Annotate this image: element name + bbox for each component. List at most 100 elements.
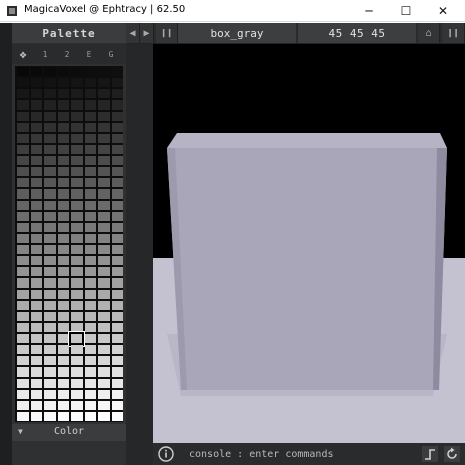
- palette-swatch[interactable]: [111, 122, 123, 132]
- palette-swatch[interactable]: [17, 144, 29, 154]
- palette-swatch[interactable]: [111, 356, 123, 366]
- palette-swatch[interactable]: [111, 233, 123, 243]
- palette-swatch[interactable]: [98, 200, 110, 210]
- layout-icon[interactable]: [421, 445, 439, 463]
- palette-swatch[interactable]: [71, 345, 83, 355]
- palette-swatch[interactable]: [17, 289, 29, 299]
- palette-swatch[interactable]: [57, 378, 69, 388]
- palette-swatch[interactable]: [84, 278, 96, 288]
- palette-swatch[interactable]: [44, 222, 56, 232]
- palette-swatch[interactable]: [30, 289, 42, 299]
- palette-swatch[interactable]: [44, 345, 56, 355]
- palette-swatch[interactable]: [44, 233, 56, 243]
- palette-swatch[interactable]: [17, 78, 29, 88]
- palette-swatch[interactable]: [57, 356, 69, 366]
- palette-swatch[interactable]: [57, 233, 69, 243]
- palette-swatch[interactable]: [84, 122, 96, 132]
- palette-swatch[interactable]: [17, 322, 29, 332]
- palette-swatch[interactable]: [30, 133, 42, 143]
- palette-swatch[interactable]: [30, 156, 42, 166]
- palette-swatch[interactable]: [57, 189, 69, 199]
- palette-swatch[interactable]: [98, 356, 110, 366]
- palette-swatch[interactable]: [30, 89, 42, 99]
- palette-swatch[interactable]: [71, 233, 83, 243]
- palette-swatch[interactable]: [71, 178, 83, 188]
- palette-swatch[interactable]: [98, 322, 110, 332]
- palette-swatch[interactable]: [57, 211, 69, 221]
- palette-swatch[interactable]: [111, 400, 123, 410]
- palette-tab-1[interactable]: 1: [34, 44, 56, 64]
- palette-swatch[interactable]: [98, 378, 110, 388]
- palette-swatch[interactable]: [57, 133, 69, 143]
- palette-swatch[interactable]: [84, 144, 96, 154]
- palette-swatch[interactable]: [98, 189, 110, 199]
- right-panel-toggle-button[interactable]: ❙❙: [442, 23, 465, 43]
- palette-swatch[interactable]: [44, 322, 56, 332]
- palette-swatch[interactable]: [84, 289, 96, 299]
- palette-swatch[interactable]: [111, 411, 123, 421]
- palette-swatch[interactable]: [44, 78, 56, 88]
- palette-swatch[interactable]: [71, 200, 83, 210]
- palette-swatch[interactable]: [98, 100, 110, 110]
- palette-swatch[interactable]: [84, 400, 96, 410]
- palette-swatch[interactable]: [17, 167, 29, 177]
- palette-swatch[interactable]: [30, 189, 42, 199]
- palette-swatch[interactable]: [84, 89, 96, 99]
- palette-swatch[interactable]: [30, 267, 42, 277]
- palette-swatch[interactable]: [84, 367, 96, 377]
- palette-swatch[interactable]: [98, 156, 110, 166]
- palette-swatch[interactable]: [111, 367, 123, 377]
- palette-swatch[interactable]: [111, 178, 123, 188]
- palette-swatch[interactable]: [17, 100, 29, 110]
- palette-swatch[interactable]: [84, 189, 96, 199]
- palette-swatch[interactable]: [84, 78, 96, 88]
- palette-swatch[interactable]: [57, 411, 69, 421]
- palette-swatch[interactable]: [44, 122, 56, 132]
- palette-swatch[interactable]: [17, 200, 29, 210]
- palette-swatch[interactable]: [30, 367, 42, 377]
- palette-swatch[interactable]: [71, 122, 83, 132]
- palette-swatch[interactable]: [98, 211, 110, 221]
- palette-swatch[interactable]: [98, 133, 110, 143]
- palette-swatch[interactable]: [57, 100, 69, 110]
- palette-swatch[interactable]: [17, 133, 29, 143]
- palette-swatch[interactable]: [30, 100, 42, 110]
- palette-swatch[interactable]: [71, 278, 83, 288]
- previous-arrow-button[interactable]: ◀: [126, 23, 140, 43]
- palette-swatch[interactable]: [57, 278, 69, 288]
- console-input[interactable]: [183, 445, 415, 463]
- palette-swatch[interactable]: [98, 411, 110, 421]
- palette-swatch[interactable]: [57, 245, 69, 255]
- palette-swatch[interactable]: [57, 345, 69, 355]
- palette-swatch[interactable]: [84, 256, 96, 266]
- palette-swatch[interactable]: [30, 222, 42, 232]
- palette-swatch[interactable]: [71, 144, 83, 154]
- palette-swatch[interactable]: [111, 378, 123, 388]
- palette-swatch[interactable]: [17, 245, 29, 255]
- palette-swatch[interactable]: [84, 389, 96, 399]
- palette-swatch[interactable]: [30, 356, 42, 366]
- palette-swatch[interactable]: [84, 322, 96, 332]
- palette-swatch[interactable]: [71, 222, 83, 232]
- palette-swatch[interactable]: [71, 311, 83, 321]
- model-dimensions[interactable]: 45 45 45: [298, 23, 416, 43]
- palette-tab-move-icon[interactable]: ✥: [12, 44, 34, 64]
- palette-swatch[interactable]: [57, 289, 69, 299]
- palette-swatch[interactable]: [44, 189, 56, 199]
- palette-swatch[interactable]: [44, 278, 56, 288]
- palette-swatch[interactable]: [111, 222, 123, 232]
- palette-tab-2[interactable]: 2: [56, 44, 78, 64]
- palette-swatch[interactable]: [57, 178, 69, 188]
- palette-swatch[interactable]: [71, 400, 83, 410]
- palette-swatch[interactable]: [71, 167, 83, 177]
- palette-swatch[interactable]: [30, 211, 42, 221]
- palette-swatch[interactable]: [71, 389, 83, 399]
- palette-swatch[interactable]: [17, 267, 29, 277]
- palette-swatch[interactable]: [84, 233, 96, 243]
- palette-swatch[interactable]: [30, 311, 42, 321]
- palette-swatch[interactable]: [44, 133, 56, 143]
- palette-swatch[interactable]: [111, 278, 123, 288]
- palette-swatch[interactable]: [44, 378, 56, 388]
- palette-swatch[interactable]: [17, 345, 29, 355]
- palette-swatch[interactable]: [17, 178, 29, 188]
